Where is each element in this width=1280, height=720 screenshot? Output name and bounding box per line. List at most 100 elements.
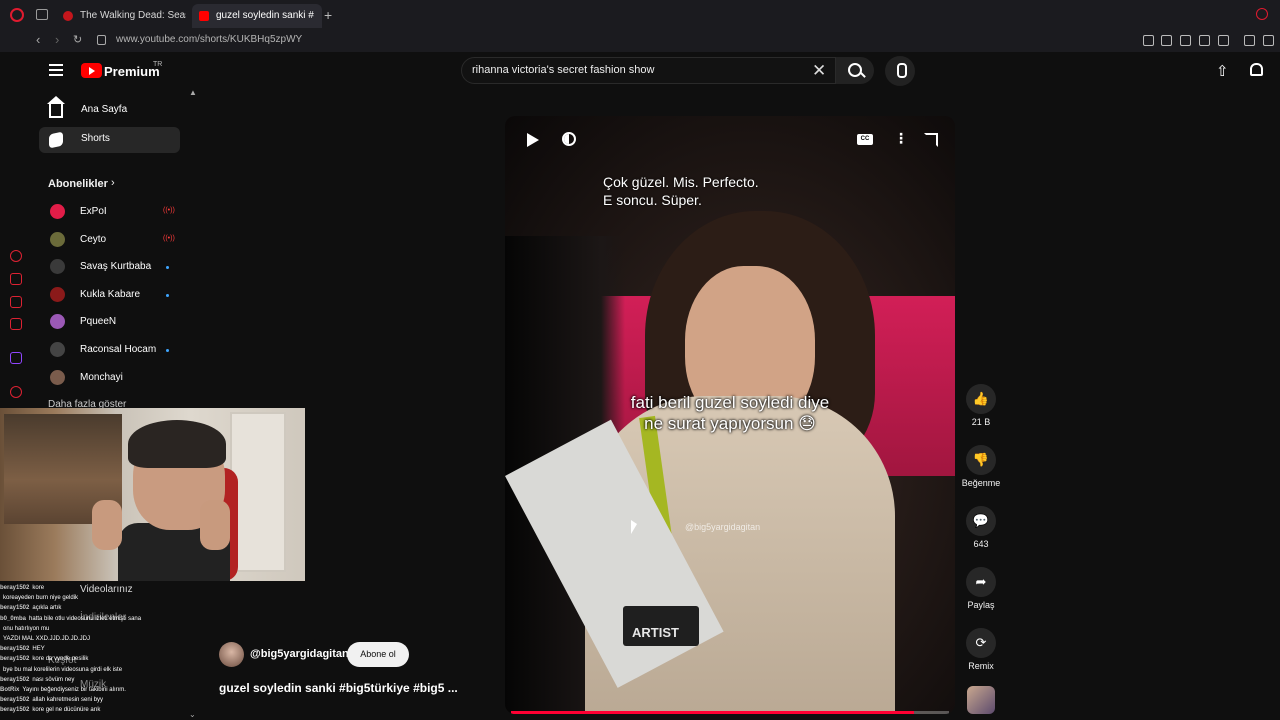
chat-message: BotRix Yayını beğendiyseniz bir takibini … [0,685,196,695]
subscription-item[interactable]: Monchayi [48,369,178,387]
forward-icon[interactable]: › [55,32,59,47]
new-tab-icon[interactable]: + [324,7,332,23]
captions-icon[interactable]: CC [857,134,873,145]
search-tabs-icon[interactable] [1256,8,1268,20]
browser-tab-active[interactable]: guzel soyledin sanki # [192,4,322,28]
news-icon[interactable] [10,318,22,330]
upload-icon[interactable]: ⇧ [1216,62,1229,80]
chat-message: beray1502 açıkla artık [0,603,196,613]
sidebar-item-home[interactable]: Ana Sayfa [39,96,180,124]
comments-button[interactable]: 💬 [966,506,996,536]
subscribe-button[interactable]: Abone ol [347,642,409,667]
search-input-value: rihanna victoria's secret fashion show [472,64,655,76]
shorts-player[interactable]: ARTIST Çok güzel. Mis. Perfecto. E soncu.… [505,116,955,714]
chat-message: beray1502 allah kahretmesin seni byy [0,695,196,705]
profile-icon[interactable] [1244,35,1255,46]
webcam-streamer-hair [128,420,226,468]
youtube-favicon-icon [199,11,209,21]
chevron-down-icon[interactable]: ⌄ [189,710,196,719]
like-button[interactable]: 👍 [966,384,996,414]
search-input[interactable]: rihanna victoria's secret fashion show [461,57,836,84]
sidebar-scroll-up-icon[interactable]: ▲ [189,88,197,97]
remix-button[interactable]: ⟳ [966,628,996,658]
chat-text: açıkla artık [32,605,62,612]
comment-icon: 💬 [972,513,990,528]
sidebar-item-shorts[interactable]: Shorts [39,127,180,153]
subscription-item[interactable]: ExPoI ((•)) [48,203,178,221]
clear-search-icon[interactable]: ✕ [812,62,826,79]
share-button[interactable]: ➦ [966,567,996,597]
thumbs-down-icon: 👎 [972,452,990,467]
history-icon[interactable] [10,250,22,262]
dislike-button[interactable]: 👎 [966,445,996,475]
short-title[interactable]: guzel soyledin sanki #big5türkiye #big5 … [219,681,458,695]
menu-icon[interactable] [49,64,63,76]
subscriptions-heading[interactable]: Abonelikler [48,178,108,190]
workspaces-icon[interactable] [36,9,48,20]
subscription-item[interactable]: PqueeN [48,313,178,331]
reload-icon[interactable]: ↻ [73,33,82,46]
live-icon: ((•)) [163,234,175,242]
download-icon[interactable] [1263,35,1274,46]
heart-icon[interactable] [1218,35,1229,46]
chat-text: kore [32,585,45,591]
search-button[interactable] [836,57,874,84]
opera-logo-icon[interactable] [10,8,24,22]
chat-text: allah kahretmesin seni byy [32,697,104,704]
channel-handle[interactable]: @big5yargidagitan [250,648,349,660]
comments-action[interactable]: 💬 643 [960,506,1002,549]
video-progress-fill [511,711,914,714]
dislike-action[interactable]: 👎 Beğenme [960,445,1002,488]
chat-message: beray1502 HEY [0,644,196,654]
fullscreen-icon[interactable] [924,133,938,147]
home-icon [47,96,65,118]
tab-favicon-icon [63,11,73,21]
browser-tab[interactable]: The Walking Dead: Season [56,4,186,28]
like-action[interactable]: 👍 21 B [960,384,1002,427]
remix-action[interactable]: ⟳ Remix [960,628,1002,671]
more-options-icon[interactable]: ⋮ [894,131,908,145]
chat-text: koreayeden burn niye geldik [3,595,79,602]
notifications-bell-icon[interactable] [1250,63,1263,76]
chat-text: nası sövüm ney [32,676,75,683]
snapshot-icon[interactable] [1161,35,1172,46]
chat-message: bye bu mal korelilerin videosuna girdi e… [0,665,196,675]
play-icon[interactable] [527,133,539,147]
sound-thumbnail[interactable] [967,686,995,714]
subscription-name: Raconsal Hocam [80,344,157,355]
webcam-door [230,412,286,572]
subscription-item[interactable]: Kukla Kabare [48,286,178,304]
chat-message: YAZDI MAL XXD.JJD.JD.JD.JDJ [0,634,196,644]
subscription-item[interactable]: Savaş Kurtbaba [48,258,178,276]
subscription-name: Ceyto [80,233,107,245]
tab-label: The Walking Dead: Season [80,10,186,21]
url-field[interactable]: www.youtube.com/shorts/KUKBHq5zpWY [116,34,302,45]
chat-username: beray1502 [0,585,30,591]
volume-icon[interactable] [562,132,576,146]
share-action[interactable]: ➦ Paylaş [960,567,1002,610]
video-caption-top: Çok güzel. Mis. Perfecto. E soncu. Süper. [603,174,759,208]
messenger-icon[interactable] [10,296,22,308]
back-icon[interactable]: ‹ [36,32,40,47]
youtube-logo-icon[interactable] [81,63,102,78]
player-icon[interactable] [1199,35,1210,46]
pin-icon[interactable] [1143,35,1154,46]
bag-icon[interactable] [10,273,22,285]
vpn-icon[interactable] [1180,35,1191,46]
twitch-icon[interactable] [10,352,22,364]
like-label: 21 B [971,417,991,427]
brand-name[interactable]: Premium [104,64,160,79]
channel-avatar [50,204,65,219]
chevron-right-icon[interactable]: › [111,177,115,189]
voice-search-icon[interactable] [885,56,915,86]
subscription-name: PqueeN [80,316,117,328]
subscription-item[interactable]: Raconsal Hocam [48,341,178,359]
chat-username: BotRix [0,686,20,693]
chat-text: onu hatırlıyon mu [3,625,50,632]
chat-username: beray1502 [0,646,30,653]
video-progress-bar[interactable] [511,711,949,714]
subscription-item[interactable]: Ceyto ((•)) [48,231,178,249]
channel-avatar [50,342,65,357]
player-sidebar-icon[interactable] [10,386,22,398]
channel-avatar[interactable] [219,642,244,667]
